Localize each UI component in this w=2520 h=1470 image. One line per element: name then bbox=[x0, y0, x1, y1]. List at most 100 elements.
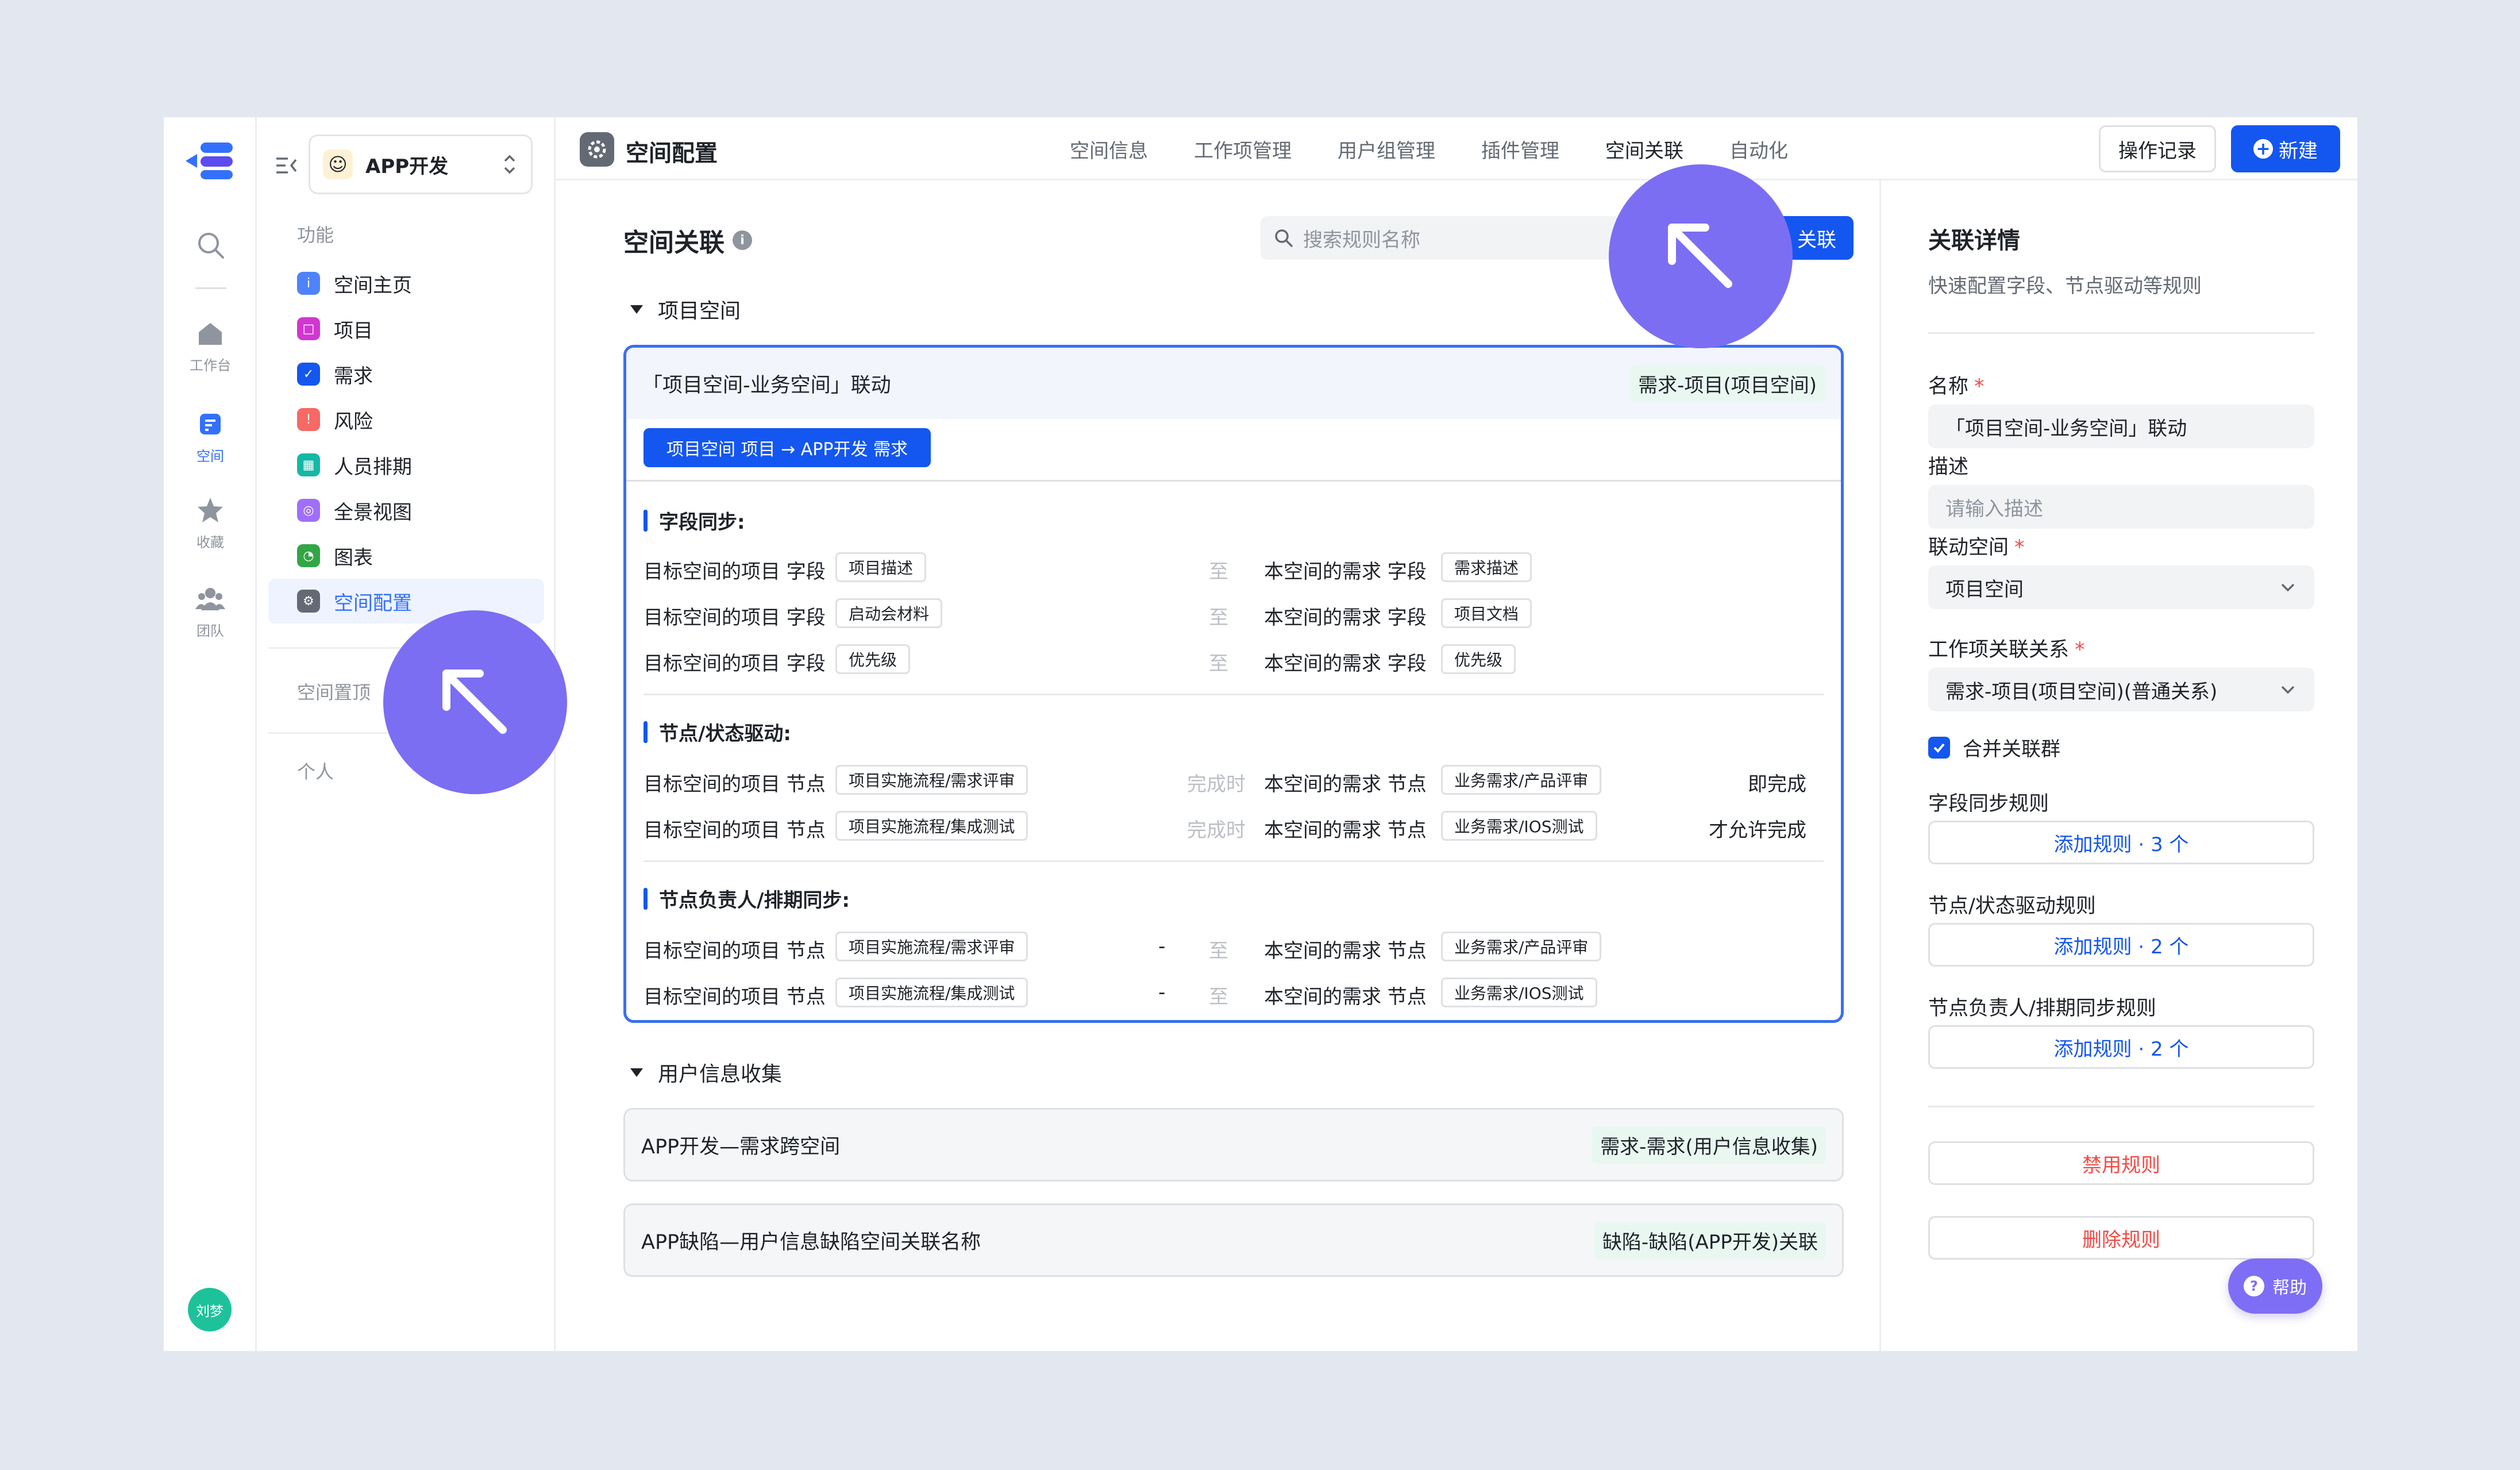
sidebar-item-charts[interactable]: ◔ 图表 bbox=[268, 533, 544, 578]
add-node-rule-button[interactable]: 添加规则 · 2 个 bbox=[1928, 923, 2314, 967]
icon-rail: 工作台 空间 收藏 团队 刘梦 bbox=[164, 117, 257, 1351]
space-icon bbox=[200, 414, 221, 434]
search-placeholder: 搜索规则名称 bbox=[1303, 228, 1420, 252]
page-title: 空间配置 bbox=[626, 140, 718, 167]
tab-work-item-management[interactable]: 工作项管理 bbox=[1171, 117, 1315, 180]
gear-icon: ⚙ bbox=[297, 590, 320, 613]
app-logo bbox=[186, 143, 233, 179]
row-right-text: 本空间的需求 字段 bbox=[1264, 560, 1427, 583]
calendar-grid-icon: ▦ bbox=[297, 453, 320, 476]
home-icon bbox=[199, 323, 222, 345]
detail-subtitle: 快速配置字段、节点驱动等规则 bbox=[1928, 275, 2202, 298]
field-sync-title: 字段同步: bbox=[644, 506, 745, 534]
label-text: 名称 bbox=[1928, 375, 1969, 398]
tab-plugin-management[interactable]: 插件管理 bbox=[1458, 117, 1582, 180]
section-divider bbox=[644, 860, 1824, 862]
cursor-arrow-overlay bbox=[383, 610, 567, 794]
left-field-tag: 项目描述 bbox=[835, 552, 927, 582]
chevron-down-icon bbox=[2281, 686, 2295, 694]
section-divider bbox=[644, 694, 1824, 695]
name-field[interactable]: 「项目空间-业务空间」联动 bbox=[1928, 405, 2314, 448]
rail-item-team[interactable]: 团队 bbox=[164, 584, 257, 640]
card-name: 「项目空间-业务空间」联动 bbox=[642, 374, 891, 397]
space-selector[interactable]: ☺ APP开发 bbox=[309, 134, 533, 194]
row-end-text: 即完成 bbox=[1748, 773, 1806, 796]
row-dash-text: - bbox=[1158, 981, 1166, 1004]
rail-item-label: 空间 bbox=[196, 448, 224, 464]
row-mid-text: 至 bbox=[1209, 606, 1228, 629]
rail-item-space[interactable]: 空间 bbox=[164, 409, 257, 465]
cursor-arrow-overlay bbox=[1609, 164, 1793, 348]
description-field[interactable]: 请输入描述 bbox=[1928, 485, 2314, 529]
help-button[interactable]: ? 帮助 bbox=[2228, 1259, 2322, 1314]
avatar[interactable]: 刘梦 bbox=[188, 1288, 232, 1332]
linked-space-select[interactable]: 项目空间 bbox=[1928, 565, 2314, 609]
new-button-label: 新建 bbox=[2279, 139, 2318, 163]
node-drive-row: 目标空间的项目 节点 项目实施流程/需求评审 完成时 本空间的需求 节点 业务需… bbox=[644, 764, 1824, 798]
row-left-text: 目标空间的项目 节点 bbox=[644, 773, 826, 796]
info-icon[interactable]: i bbox=[733, 230, 752, 250]
section-title: 空间关联 i bbox=[623, 222, 752, 259]
left-field-tag: 启动会材料 bbox=[835, 598, 943, 628]
sidebar-item-label: 图表 bbox=[334, 546, 373, 569]
relation-select[interactable]: 需求-项目(项目空间)(普通关系) bbox=[1928, 668, 2314, 711]
rail-item-workbench[interactable]: 工作台 bbox=[164, 318, 257, 374]
field-sync-row: 目标空间的项目 字段 启动会材料 至 本空间的需求 字段 项目文档 bbox=[644, 597, 1824, 632]
group-header-user-info[interactable]: 用户信息收集 bbox=[630, 1057, 782, 1087]
association-card-selected[interactable]: 「项目空间-业务空间」联动 需求-项目(项目空间) 项目空间 项目 → APP开… bbox=[623, 345, 1844, 1023]
sidebar-item-label: 全景视图 bbox=[334, 501, 412, 524]
sidebar-item-label: 需求 bbox=[334, 364, 373, 388]
sidebar-item-label: 项目 bbox=[334, 319, 373, 343]
row-right-text: 本空间的需求 节点 bbox=[1264, 940, 1427, 963]
rail-item-label: 收藏 bbox=[196, 534, 224, 551]
delete-rule-button[interactable]: 删除规则 bbox=[1928, 1216, 2314, 1260]
section-title-text: 节点负责人/排期同步: bbox=[659, 889, 850, 912]
add-owner-rule-button[interactable]: 添加规则 · 2 个 bbox=[1928, 1025, 2314, 1069]
sidebar-item-label: 空间主页 bbox=[334, 274, 412, 297]
card-divider bbox=[626, 480, 1841, 482]
section-bar bbox=[644, 721, 648, 743]
field-rule-label: 字段同步规则 bbox=[1928, 792, 2049, 815]
search-input[interactable]: 搜索规则名称 bbox=[1261, 216, 1623, 260]
disable-rule-button[interactable]: 禁用规则 bbox=[1928, 1141, 2314, 1185]
row-left-text: 目标空间的项目 字段 bbox=[644, 560, 826, 583]
node-drive-title: 节点/状态驱动: bbox=[644, 718, 791, 746]
section-title-text: 节点/状态驱动: bbox=[659, 722, 792, 745]
tab-user-group-management[interactable]: 用户组管理 bbox=[1315, 117, 1458, 180]
space-emoji-icon: ☺ bbox=[323, 149, 353, 179]
association-card[interactable]: APP缺陷—用户信息缺陷空间关联名称 缺陷-缺陷(APP开发)关联 bbox=[623, 1203, 1844, 1277]
right-node-tag: 业务需求/IOS测试 bbox=[1441, 811, 1597, 841]
new-button[interactable]: + 新建 bbox=[2231, 125, 2340, 172]
merge-group-checkbox[interactable]: 合并关联群 bbox=[1928, 733, 2060, 761]
group-header-project-space[interactable]: 项目空间 bbox=[630, 294, 741, 324]
sidebar-item-risk[interactable]: ! 风险 bbox=[268, 397, 544, 442]
tab-space-info[interactable]: 空间信息 bbox=[1047, 117, 1171, 180]
relation-badge: 需求-项目(项目空间) bbox=[1630, 364, 1825, 402]
row-mid-text: 至 bbox=[1209, 986, 1228, 1009]
risk-icon: ! bbox=[297, 408, 320, 431]
row-left-text: 目标空间的项目 节点 bbox=[644, 986, 826, 1009]
sidebar-item-project[interactable]: □ 项目 bbox=[268, 306, 544, 351]
row-left-text: 目标空间的项目 字段 bbox=[644, 606, 826, 629]
chevron-down-icon bbox=[2281, 583, 2295, 592]
main-content: 空间关联 i 搜索规则名称 关联 项目空间 「项目空间-业务空间」联动 需求-项… bbox=[556, 180, 1879, 1351]
sidebar-item-space-home[interactable]: i 空间主页 bbox=[268, 261, 544, 306]
section-bar bbox=[644, 887, 648, 910]
collapse-sidebar-icon[interactable] bbox=[274, 153, 299, 178]
operation-record-button[interactable]: 操作记录 bbox=[2099, 125, 2216, 172]
search-icon[interactable] bbox=[195, 230, 226, 261]
group-title: 项目空间 bbox=[658, 299, 741, 323]
plus-icon: + bbox=[2253, 139, 2273, 159]
association-card[interactable]: APP开发—需求跨空间 需求-需求(用户信息收集) bbox=[623, 1108, 1844, 1182]
sidebar-item-panorama[interactable]: ◎ 全景视图 bbox=[268, 488, 544, 533]
sidebar-item-requirement[interactable]: ✓ 需求 bbox=[268, 352, 544, 397]
row-mid-text: 至 bbox=[1209, 560, 1228, 583]
space-name: APP开发 bbox=[365, 155, 449, 178]
add-field-rule-button[interactable]: 添加规则 · 3 个 bbox=[1928, 821, 2314, 864]
sidebar-item-staffing[interactable]: ▦ 人员排期 bbox=[268, 442, 544, 487]
linked-space-label: 联动空间 * bbox=[1928, 531, 2025, 560]
row-mid-text: 完成时 bbox=[1187, 773, 1246, 796]
rail-item-favorites[interactable]: 收藏 bbox=[164, 495, 257, 551]
gear-icon bbox=[580, 132, 614, 167]
row-right-text: 本空间的需求 节点 bbox=[1264, 773, 1427, 796]
